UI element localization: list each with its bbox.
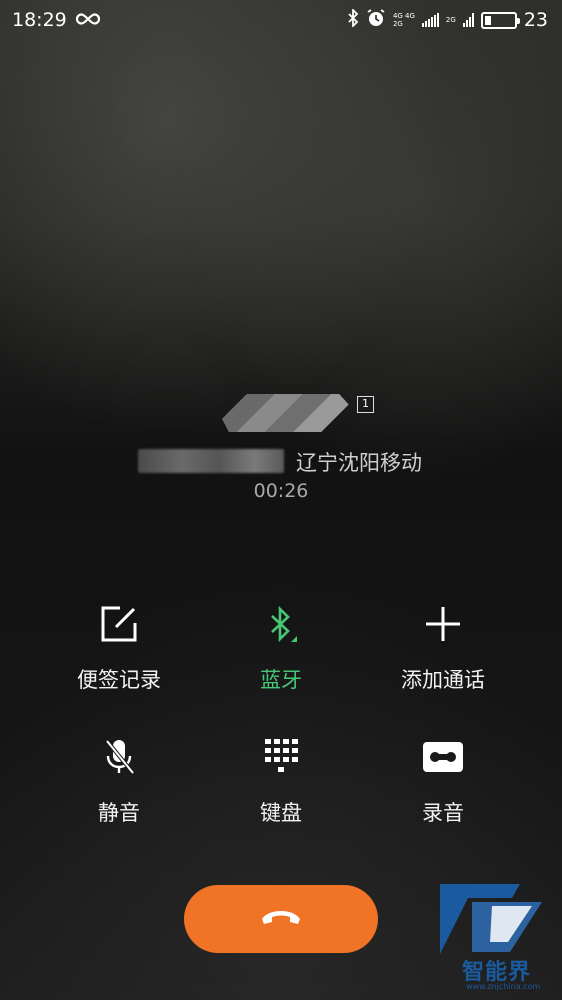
net-bottom-label: 2G bbox=[392, 20, 403, 28]
note-button[interactable]: 便签记录 bbox=[34, 602, 204, 694]
watermark-mark bbox=[440, 884, 542, 954]
record-button[interactable]: 录音 bbox=[358, 735, 528, 827]
record-icon bbox=[421, 735, 465, 779]
keypad-label: 键盘 bbox=[260, 801, 302, 825]
caller-name-pixelated bbox=[215, 394, 353, 432]
network-indicator: 4G 4G 2G bbox=[393, 12, 415, 28]
mute-label: 静音 bbox=[98, 801, 140, 825]
bluetooth-icon bbox=[259, 602, 303, 646]
status-right: 4G 4G 2G 2G 23 bbox=[347, 7, 548, 33]
bluetooth-label: 蓝牙 bbox=[260, 668, 302, 692]
caller-name-area: 1 bbox=[215, 394, 375, 432]
status-bar: 18:29 4G 4G 2G 2G 23 bbox=[0, 0, 562, 40]
keypad-button[interactable]: 键盘 bbox=[196, 735, 366, 827]
note-label: 便签记录 bbox=[77, 668, 161, 692]
call-timer: 00:26 bbox=[253, 480, 309, 502]
record-label: 录音 bbox=[422, 801, 464, 825]
infinity-icon bbox=[75, 9, 101, 31]
net-right-label: 2G bbox=[445, 16, 456, 24]
bluetooth-button[interactable]: 蓝牙 bbox=[196, 602, 366, 694]
add-call-label: 添加通话 bbox=[401, 668, 485, 692]
hang-up-icon bbox=[259, 907, 303, 931]
signal-icon bbox=[421, 13, 439, 27]
plus-icon bbox=[421, 602, 465, 646]
mute-button[interactable]: 静音 bbox=[34, 735, 204, 827]
status-time: 18:29 bbox=[12, 9, 67, 31]
bluetooth-icon bbox=[347, 7, 359, 32]
add-call-button[interactable]: 添加通话 bbox=[358, 602, 528, 694]
keypad-icon bbox=[259, 735, 303, 779]
battery-fill bbox=[484, 15, 492, 25]
caller-location: 辽宁沈阳移动 bbox=[296, 451, 422, 475]
note-icon bbox=[97, 602, 141, 646]
watermark-url: www.znjchina.com bbox=[466, 982, 541, 991]
battery-icon bbox=[480, 11, 520, 29]
signal-icon-secondary bbox=[462, 13, 474, 27]
sim-slot-badge: 1 bbox=[357, 396, 374, 413]
end-call-button[interactable] bbox=[184, 885, 378, 953]
net-top-label: 4G 4G bbox=[392, 12, 415, 20]
battery-level: 23 bbox=[523, 9, 548, 31]
alarm-icon bbox=[366, 8, 386, 33]
caller-number-pixelated bbox=[138, 449, 284, 473]
watermark-logo: 智能界 www.znjchina.com bbox=[432, 880, 552, 998]
status-left: 18:29 bbox=[12, 9, 101, 31]
mute-icon bbox=[97, 735, 141, 779]
